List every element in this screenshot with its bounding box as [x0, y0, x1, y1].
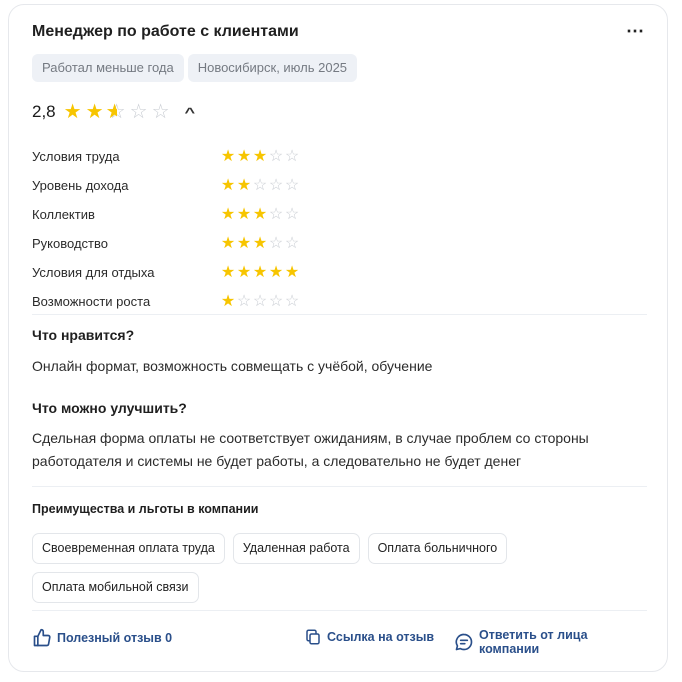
star-icon: ★ [236, 176, 252, 194]
star-icon: ☆ [284, 292, 300, 310]
star-icon: ☆ [268, 292, 284, 310]
star-icon: ☆ [252, 292, 268, 310]
star-icon: ☆ [151, 101, 170, 123]
benefit-chip: Оплата мобильной связи [32, 572, 199, 603]
tag-experience: Работал меньше года [32, 54, 184, 82]
review-actions: Полезный отзыв 0 Ссылка на отзыв Ответит… [32, 628, 647, 656]
star-icon: ★ [252, 234, 268, 252]
reply-label: Ответить от лица компании [479, 628, 588, 656]
category-stars: ★ ★ ★ ☆ ☆ [220, 147, 300, 165]
overall-score: 2,8 [32, 102, 56, 121]
category-stars: ★ ☆ ☆ ☆ ☆ [220, 292, 300, 310]
benefit-chip: Оплата больничного [367, 533, 508, 564]
category-rating-row: Руководство ★ ★ ★ ☆ ☆ [32, 229, 312, 258]
category-stars: ★ ★ ★ ★ ★ [220, 263, 300, 281]
improve-heading: Что можно улучшить? [32, 400, 187, 416]
star-icon: ★ [220, 292, 236, 310]
star-icon: ★ [220, 234, 236, 252]
star-icon: ☆ [268, 205, 284, 223]
star-icon: ★ [236, 205, 252, 223]
category-label: Коллектив [32, 207, 95, 222]
star-icon: ☆ [284, 234, 300, 252]
star-icon: ☆ [284, 205, 300, 223]
benefit-chip: Удаленная работа [232, 533, 360, 564]
category-rating-row: Условия для отдыха ★ ★ ★ ★ ★ [32, 258, 312, 287]
helpful-button[interactable]: Полезный отзыв 0 [32, 628, 172, 648]
reply-button[interactable]: Ответить от лица компании [454, 628, 647, 656]
divider [32, 610, 647, 611]
category-rating-row: Возможности роста ★ ☆ ☆ ☆ ☆ [32, 287, 312, 316]
star-icon: ★ [284, 263, 300, 281]
star-icon: ☆ [236, 292, 252, 310]
copy-link-label: Ссылка на отзыв [327, 630, 435, 644]
benefits-list: Своевременная оплата труда Удаленная раб… [32, 533, 552, 603]
overall-rating: 2,8 ★ ★ ☆ ★ ☆ ☆ ^ [32, 102, 195, 122]
overall-stars: ★ ★ ☆ ★ ☆ ☆ [62, 102, 172, 122]
star-icon: ★ [236, 263, 252, 281]
star-icon: ☆ [268, 234, 284, 252]
thumbs-up-icon [32, 628, 52, 648]
improve-text: Сдельная форма оплаты не соответствует о… [32, 430, 589, 469]
category-rating-row: Уровень дохода ★ ★ ☆ ☆ ☆ [32, 171, 312, 200]
category-stars: ★ ★ ★ ☆ ☆ [220, 205, 300, 223]
star-icon: ☆ [268, 147, 284, 165]
star-icon: ☆ ★ [105, 101, 126, 123]
star-icon: ★ [252, 205, 268, 223]
category-label: Условия для отдыха [32, 265, 155, 280]
category-stars: ★ ★ ★ ☆ ☆ [220, 234, 300, 252]
review-tags: Работал меньше года Новосибирск, июль 20… [32, 54, 358, 82]
star-icon: ☆ [284, 176, 300, 194]
star-icon: ★ [252, 263, 268, 281]
copy-link-icon [304, 628, 322, 646]
category-stars: ★ ★ ☆ ☆ ☆ [220, 176, 300, 194]
star-icon: ★ [63, 101, 82, 123]
star-icon: ★ [85, 101, 104, 123]
category-label: Уровень дохода [32, 178, 129, 193]
star-icon: ☆ [129, 101, 148, 123]
divider [32, 486, 647, 487]
star-icon: ★ [220, 263, 236, 281]
likes-text: Онлайн формат, возможность совмещать с у… [32, 358, 433, 374]
star-icon: ★ [252, 147, 268, 165]
copy-link-button[interactable]: Ссылка на отзыв [304, 628, 434, 646]
star-icon: ★ [236, 234, 252, 252]
chevron-up-icon[interactable]: ^ [184, 105, 195, 120]
chat-bubble-icon [454, 632, 474, 652]
category-label: Возможности роста [32, 294, 151, 309]
benefit-chip: Своевременная оплата труда [32, 533, 225, 564]
category-ratings: Условия труда ★ ★ ★ ☆ ☆ Уровень дохода ★ ★ ☆ ☆ ☆ Кол… [32, 142, 312, 316]
category-rating-row: Условия труда ★ ★ ★ ☆ ☆ [32, 142, 312, 171]
category-label: Руководство [32, 236, 108, 251]
star-icon: ☆ [268, 176, 284, 194]
review-title: Менеджер по работе с клиентами [32, 23, 299, 40]
category-rating-row: Коллектив ★ ★ ★ ☆ ☆ [32, 200, 312, 229]
divider [32, 314, 647, 315]
star-icon: ☆ [252, 176, 268, 194]
review-card: Менеджер по работе с клиентами ⋯ Работал… [8, 4, 668, 672]
more-options-icon[interactable]: ⋯ [626, 21, 645, 42]
benefits-title: Преимущества и льготы в компании [32, 502, 259, 516]
star-icon: ★ [220, 147, 236, 165]
star-icon: ★ [268, 263, 284, 281]
star-icon: ★ [220, 205, 236, 223]
star-icon: ★ [220, 176, 236, 194]
helpful-label: Полезный отзыв 0 [57, 631, 173, 645]
star-icon: ★ [236, 147, 252, 165]
tag-location-date: Новосибирск, июль 2025 [187, 54, 358, 82]
likes-heading: Что нравится? [32, 327, 135, 343]
star-icon: ☆ [284, 147, 300, 165]
category-label: Условия труда [32, 149, 120, 164]
